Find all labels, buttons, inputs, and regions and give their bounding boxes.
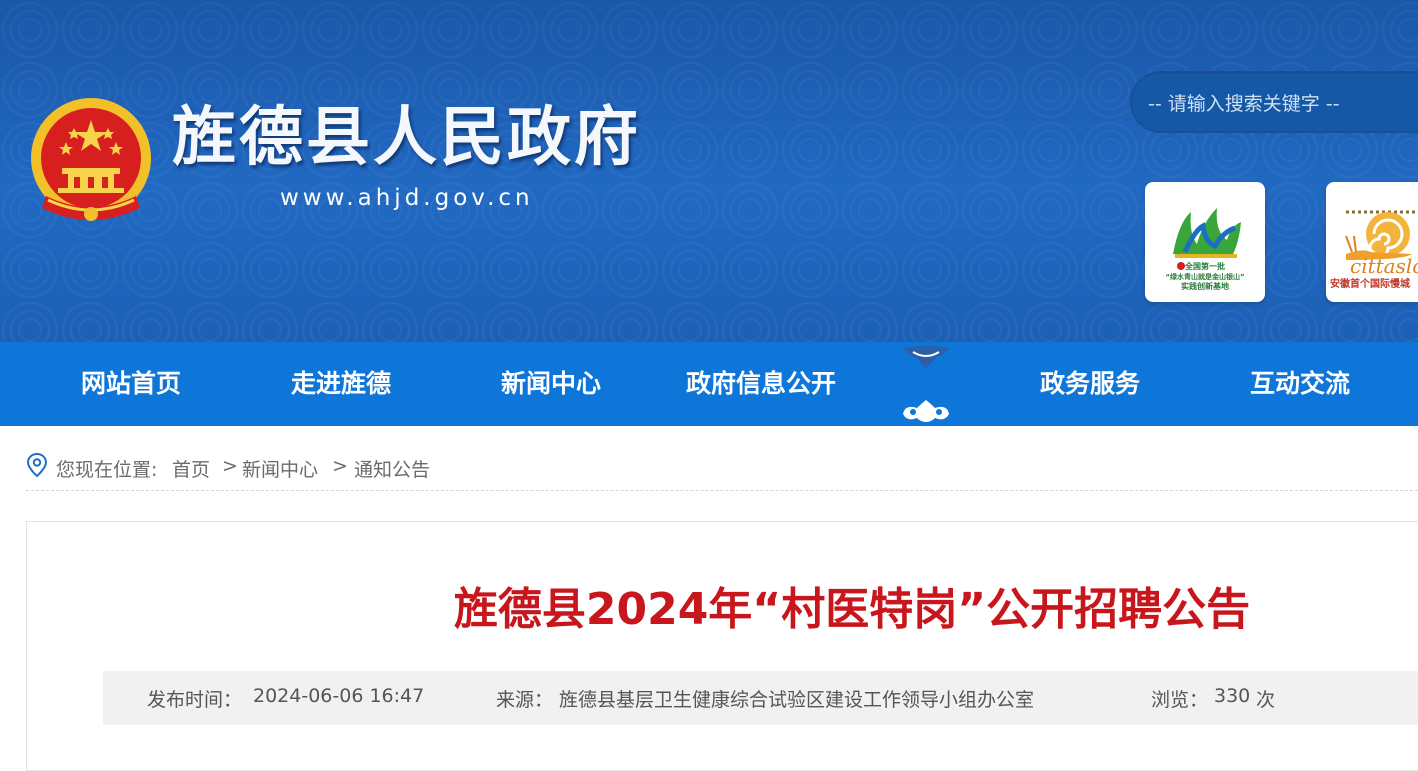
- nav-item-gov-info[interactable]: 政府信息公开: [656, 342, 866, 426]
- breadcrumb-item-notices[interactable]: 通知公告: [354, 455, 430, 482]
- site-header: 旌德县人民政府 www.ahjd.gov.cn 全国第一批 “绿水青山就是金山银…: [0, 0, 1418, 342]
- main-nav: 网站首页 走进旌德 新闻中心 政府信息公开 政务服务 互动交流: [0, 342, 1418, 426]
- views-unit: 次: [1256, 689, 1276, 711]
- breadcrumb-separator: >: [332, 455, 348, 477]
- badge-caption-line: “绿水青山就是金山银山”: [1165, 273, 1245, 281]
- breadcrumb-item-news[interactable]: 新闻中心: [242, 455, 318, 482]
- views-count: 330: [1214, 685, 1251, 707]
- breadcrumb-prefix: 您现在位置:: [56, 459, 158, 481]
- badge-caption-line: 安徽首个国际慢城: [1330, 279, 1410, 290]
- cloud-ornament-icon: [903, 346, 949, 422]
- article-title: 旌德县2024年“村医特岗”公开招聘公告: [453, 584, 1251, 635]
- nav-item-news[interactable]: 新闻中心: [446, 342, 656, 426]
- nav-item-interaction[interactable]: 互动交流: [1195, 342, 1405, 426]
- nav-item-home[interactable]: 网站首页: [26, 342, 236, 426]
- breadcrumb-separator: >: [222, 455, 238, 477]
- source-value: 旌德县基层卫生健康综合试验区建设工作领导小组办公室: [559, 689, 1035, 711]
- site-url: www.ahjd.gov.cn: [280, 185, 534, 211]
- publish-time: 2024-06-06 16:47: [253, 685, 425, 707]
- nav-item-about[interactable]: 走进旌德: [236, 342, 446, 426]
- location-pin-icon: [26, 452, 48, 478]
- article-panel: 旌德县2024年“村医特岗”公开招聘公告 发布时间： 2024-06-06 16…: [26, 521, 1418, 771]
- badge-green-mountains[interactable]: 全国第一批 “绿水青山就是金山银山” 实践创新基地: [1145, 182, 1265, 302]
- breadcrumb: 您现在位置: 首页 > 新闻中心 > 通知公告: [26, 448, 1418, 491]
- site-title: 旌德县人民政府: [172, 101, 641, 175]
- publish-time-label: 发布时间：: [147, 689, 243, 711]
- badge-cittaslow[interactable]: cittaslow 安徽首个国际慢城: [1326, 182, 1418, 302]
- badge-word: cittaslow: [1350, 254, 1418, 278]
- search-input[interactable]: [1146, 85, 1410, 123]
- article-meta-bar: 发布时间： 2024-06-06 16:47 来源： 旌德县基层卫生健康综合试验…: [103, 671, 1418, 725]
- national-emblem-icon: [31, 98, 151, 221]
- search-box: [1130, 71, 1418, 133]
- badge-caption-line: 全国第一批: [1185, 262, 1225, 271]
- source-label: 来源：: [496, 689, 554, 711]
- badge-caption-line: 实践创新基地: [1181, 282, 1229, 291]
- views-label: 浏览：: [1151, 689, 1209, 711]
- breadcrumb-item-home[interactable]: 首页: [172, 455, 210, 482]
- nav-item-services[interactable]: 政务服务: [985, 342, 1195, 426]
